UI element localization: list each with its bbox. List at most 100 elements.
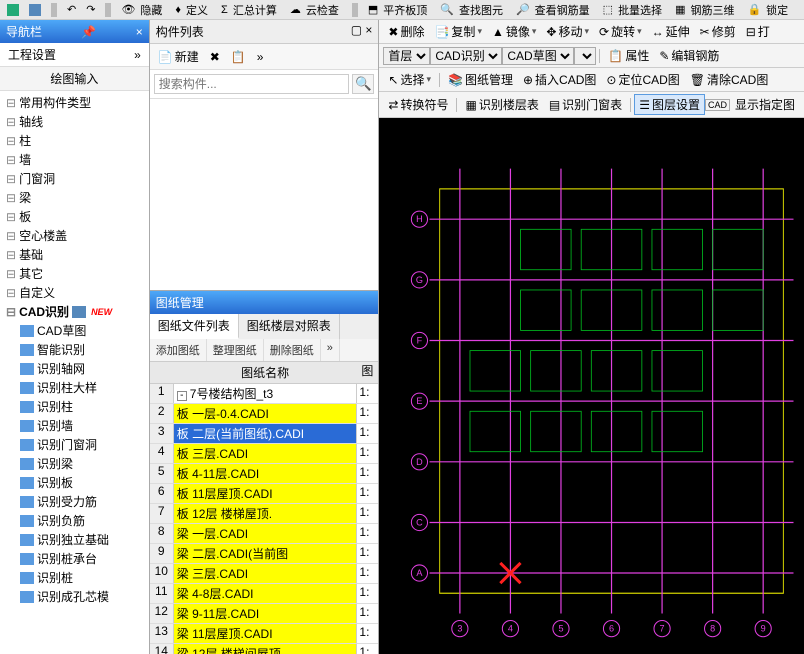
cloud-check-btn[interactable]: ☁ 云检查 <box>287 2 345 18</box>
drawing-row[interactable]: 3板 二层(当前图纸).CADI1: <box>150 424 379 444</box>
tree-category[interactable]: ⊟ 板 <box>0 207 149 226</box>
show-layer-btn[interactable]: CAD <box>705 99 730 111</box>
trim-btn[interactable]: ✂ 修剪 <box>695 22 741 41</box>
close-icon[interactable]: × <box>136 25 143 39</box>
redo-icon[interactable]: ↷ <box>83 3 98 16</box>
search-input[interactable] <box>154 74 350 94</box>
drawing-row[interactable]: 6板 11层屋顶.CADI1: <box>150 484 379 504</box>
new-component-btn[interactable]: 📄 新建 <box>154 47 203 66</box>
view-rebar-btn[interactable]: 🔎 查看钢筋量 <box>513 2 596 18</box>
drawing-mgmt-btn[interactable]: 📚 图纸管理 <box>443 70 518 89</box>
tab-floor-map[interactable]: 图纸楼层对照表 <box>239 314 340 339</box>
tree-category[interactable]: ⊟ 自定义 <box>0 283 149 302</box>
tree-cad-child[interactable]: 识别成孔芯模 <box>0 587 149 606</box>
expander-icon[interactable]: - <box>177 391 187 401</box>
tree-cad-child[interactable]: 识别梁 <box>0 454 149 473</box>
nav-title-bar: 导航栏 📌 × <box>0 20 149 43</box>
drawing-row[interactable]: 9梁 二层.CADI(当前图1: <box>150 544 379 564</box>
add-drawing-btn[interactable]: 添加图纸 <box>150 339 207 361</box>
tree-category[interactable]: ⊟ 墙 <box>0 150 149 169</box>
rotate-btn[interactable]: ⟳ 旋转 <box>594 22 647 41</box>
tree-cad-child[interactable]: 识别柱 <box>0 397 149 416</box>
hide-btn[interactable]: 👁 隐藏 <box>118 2 168 18</box>
batch-select-btn[interactable]: ⬚ 批量选择 <box>600 2 668 18</box>
close-icon[interactable]: ▢ × <box>351 23 373 40</box>
tree-category[interactable]: ⊟ 常用构件类型 <box>0 93 149 112</box>
sum-btn[interactable]: Σ 汇总计算 <box>218 2 283 18</box>
insert-cad-btn[interactable]: ⊕ 插入CAD图 <box>518 70 601 89</box>
locate-cad-btn[interactable]: ⊙ 定位CAD图 <box>601 70 684 89</box>
tool-icon[interactable]: 📋 <box>227 49 250 65</box>
tree-cad-child[interactable]: 识别负筋 <box>0 511 149 530</box>
floor-select[interactable]: 首层 <box>383 47 430 65</box>
define-btn[interactable]: ♦ 定义 <box>172 2 214 18</box>
tree-category[interactable]: ⊟ 梁 <box>0 188 149 207</box>
save-icon[interactable] <box>26 4 44 16</box>
drawing-row[interactable]: 5板 4-11层.CADI1: <box>150 464 379 484</box>
tree-cad-child[interactable]: 识别桩承台 <box>0 549 149 568</box>
show-specified-btn[interactable]: 显示指定图 <box>730 95 800 114</box>
nav-draw-input[interactable]: 绘图输入 <box>0 67 149 91</box>
search-btn[interactable]: 🔍 <box>352 74 374 94</box>
tree-cad-root[interactable]: ⊟ CAD识别 NEW <box>0 302 149 321</box>
cad-canvas[interactable]: HGF EDCA 345 6789 <box>379 118 804 654</box>
tree-cad-child[interactable]: 智能识别 <box>0 340 149 359</box>
copy-btn[interactable]: 📑 复制 <box>429 22 487 41</box>
delete-btn[interactable]: ✖ 删除 <box>383 22 429 41</box>
empty-select[interactable] <box>574 47 596 65</box>
tidy-drawing-btn[interactable]: 整理图纸 <box>207 339 264 361</box>
move-btn[interactable]: ✥ 移动 <box>541 22 594 41</box>
tree-cad-child[interactable]: 识别板 <box>0 473 149 492</box>
tree-category[interactable]: ⊟ 其它 <box>0 264 149 283</box>
lock-btn[interactable]: 🔒 锁定 <box>744 2 794 18</box>
tree-cad-child[interactable]: 识别轴网 <box>0 359 149 378</box>
flat-top-btn[interactable]: ⬒ 平齐板顶 <box>365 2 433 18</box>
file-icon[interactable] <box>4 4 22 16</box>
nav-project-settings[interactable]: 工程设置» <box>0 43 149 67</box>
tree-cad-child[interactable]: 识别门窗洞 <box>0 435 149 454</box>
drawing-row[interactable]: 4板 三层.CADI1: <box>150 444 379 464</box>
find-unit-btn[interactable]: 🔍 查找图元 <box>437 2 509 18</box>
drawing-row[interactable]: 2板 一层-0.4.CADI1: <box>150 404 379 424</box>
drawing-row[interactable]: 1-7号楼结构图_t31: <box>150 384 379 404</box>
tree-category[interactable]: ⊟ 基础 <box>0 245 149 264</box>
edit-rebar-btn[interactable]: ✎ 编辑钢筋 <box>654 46 724 65</box>
rec-floor-table-btn[interactable]: ▦ 识别楼层表 <box>460 95 543 114</box>
drawing-row[interactable]: 8梁 一层.CADI1: <box>150 524 379 544</box>
tree-category[interactable]: ⊟ 空心楼盖 <box>0 226 149 245</box>
tree-cad-child[interactable]: 识别柱大样 <box>0 378 149 397</box>
drawing-row[interactable]: 14梁 12层 楼梯间屋顶.1: <box>150 644 379 654</box>
tree-cad-child[interactable]: 识别桩 <box>0 568 149 587</box>
drawing-row[interactable]: 10梁 三层.CADI1: <box>150 564 379 584</box>
property-btn[interactable]: 📋 属性 <box>603 46 654 65</box>
tree-cad-child[interactable]: 识别独立基础 <box>0 530 149 549</box>
tree-cad-child[interactable]: 识别墙 <box>0 416 149 435</box>
layer-settings-btn[interactable]: ☰ 图层设置 <box>634 94 705 115</box>
drawing-row[interactable]: 12梁 9-11层.CADI1: <box>150 604 379 624</box>
tree-category[interactable]: ⊟ 门窗洞 <box>0 169 149 188</box>
delete-drawing-btn[interactable]: 删除图纸 <box>264 339 321 361</box>
pin-icon[interactable]: 📌 <box>81 25 96 39</box>
clear-cad-btn[interactable]: 🗑 清除CAD图 <box>685 70 774 89</box>
select-btn[interactable]: ↖ 选择 <box>383 70 436 89</box>
tree-cad-child[interactable]: CAD草图 <box>0 321 149 340</box>
break-btn[interactable]: ⊟ 打 <box>741 22 775 41</box>
tool-icon[interactable]: » <box>253 49 268 65</box>
rec-door-table-btn[interactable]: ▤ 识别门窗表 <box>544 95 627 114</box>
convert-symbol-btn[interactable]: ⇄ 转换符号 <box>383 95 453 114</box>
tree-cad-child[interactable]: 识别受力筋 <box>0 492 149 511</box>
tree-category[interactable]: ⊟ 柱 <box>0 131 149 150</box>
undo-icon[interactable]: ↶ <box>64 3 79 16</box>
extend-btn[interactable]: ↔ 延伸 <box>647 22 695 41</box>
more-btn[interactable]: » <box>321 339 340 361</box>
tree-category[interactable]: ⊟ 轴线 <box>0 112 149 131</box>
tab-file-list[interactable]: 图纸文件列表 <box>150 314 239 339</box>
tool-icon[interactable]: ✖ <box>206 49 224 65</box>
drawing-row[interactable]: 7板 12层 楼梯屋顶.1: <box>150 504 379 524</box>
mirror-btn[interactable]: ▲ 镜像 <box>487 22 541 41</box>
rebar-3d-btn[interactable]: ▦ 钢筋三维 <box>672 2 740 18</box>
cad-draft-select[interactable]: CAD草图 <box>502 47 574 65</box>
cad-rec-select[interactable]: CAD识别 <box>430 47 502 65</box>
drawing-row[interactable]: 13梁 11层屋顶.CADI1: <box>150 624 379 644</box>
drawing-row[interactable]: 11梁 4-8层.CADI1: <box>150 584 379 604</box>
